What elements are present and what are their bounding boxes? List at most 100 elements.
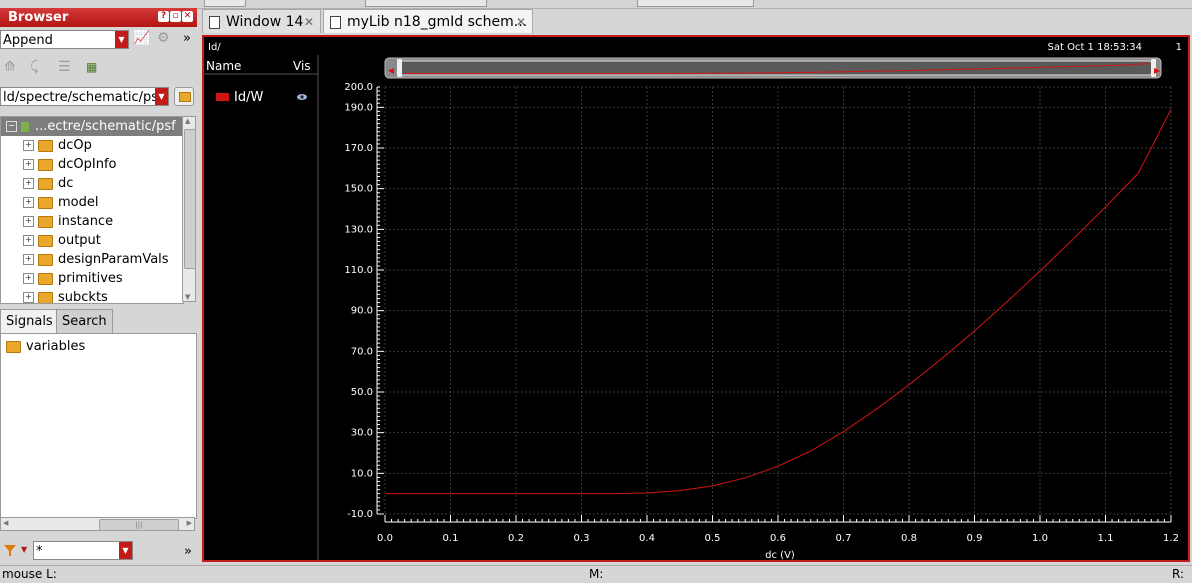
plot-page-number: 1 (1176, 42, 1182, 53)
toolbar-field[interactable] (204, 0, 246, 7)
expand-icon[interactable]: ⟰ (4, 59, 16, 75)
list-item[interactable]: variables (6, 338, 85, 355)
scrollbar-thumb[interactable] (184, 129, 196, 269)
help-icon[interactable]: ? (158, 11, 169, 22)
tree-item-subckts[interactable]: + subckts (1, 288, 108, 304)
chevron-down-icon[interactable]: ▼ (115, 31, 128, 48)
scroll-left-icon[interactable]: ◀ (3, 519, 8, 527)
x-axis-label: dc (V) (765, 550, 795, 560)
x-tick-label: 0.3 (574, 533, 590, 544)
tree-item-output[interactable]: + output (1, 231, 101, 250)
y-tick-label: 150.0 (344, 184, 373, 195)
status-mouse-middle: M: (589, 567, 604, 581)
tools-icon[interactable]: ⚙ (157, 30, 170, 46)
expand-icon[interactable]: + (23, 197, 34, 208)
waveform-canvas[interactable]: Id/ Sat Oct 1 18:53:34 1 Name Vis Id/W ◀… (204, 37, 1188, 560)
filter-icon[interactable] (3, 543, 17, 557)
x-tick-label: 0.1 (443, 533, 459, 544)
tab-window-14[interactable]: Window 14 ✕ (202, 9, 321, 33)
scrollbar-thumb[interactable]: ||| (99, 519, 179, 531)
tree-item-label: subckts (58, 290, 108, 304)
close-icon[interactable]: ✕ (516, 10, 526, 34)
plot-icon[interactable]: 📈 (133, 30, 150, 46)
grid-icon[interactable]: ▦ (86, 60, 97, 74)
signal-hscrollbar[interactable]: ◀ ||| ▶ (0, 517, 195, 531)
tab-signals[interactable]: Signals (0, 309, 57, 333)
scroll-up-icon[interactable]: ▲ (185, 117, 190, 125)
x-tick-label: 0.5 (705, 533, 721, 544)
filter-input[interactable]: * ▼ (33, 541, 133, 560)
tree-item-dc[interactable]: + dc (1, 174, 73, 193)
scroll-down-icon[interactable]: ▼ (185, 293, 190, 301)
browser-title-bar: Browser ? ▫ ✕ (0, 8, 197, 27)
filter-funnel (4, 545, 16, 556)
tree-item-dcop[interactable]: + dcOp (1, 136, 92, 155)
tree-item-primitives[interactable]: + primitives (1, 269, 123, 288)
y-tick-label: 190.0 (344, 102, 373, 113)
x-tick-label: 0.2 (508, 533, 524, 544)
chevron-down-icon[interactable]: ▼ (119, 542, 132, 559)
overflow-chevron-icon[interactable]: » (183, 31, 191, 46)
tab-label: myLib n18_gmId schem... (347, 14, 528, 30)
expand-icon[interactable]: + (23, 159, 34, 170)
x-tick-label: 0.4 (639, 533, 655, 544)
x-range-scroller[interactable]: ◀ ▶ (384, 57, 1162, 79)
tree-item-instance[interactable]: + instance (1, 212, 113, 231)
float-icon[interactable]: ▫ (170, 11, 181, 22)
expand-icon[interactable]: + (23, 235, 34, 246)
close-icon[interactable]: ✕ (304, 10, 314, 34)
chevron-down-icon[interactable]: ▼ (21, 545, 27, 554)
expand-icon[interactable]: + (23, 140, 34, 151)
eye-icon[interactable] (297, 94, 307, 100)
folder-icon (38, 253, 53, 266)
expand-icon[interactable]: + (23, 292, 34, 303)
legend-col-name: Name (206, 59, 241, 73)
toolbar-field[interactable] (637, 0, 754, 7)
y-tick-label: 50.0 (351, 387, 373, 398)
path-select[interactable]: ld/spectre/schematic/psf ▼ (0, 87, 169, 106)
y-tick-label: 90.0 (351, 306, 373, 317)
folder-icon (179, 92, 191, 102)
scroller-left-handle[interactable] (397, 59, 402, 77)
expand-icon[interactable]: + (23, 216, 34, 227)
chevron-down-icon[interactable]: ▼ (155, 88, 168, 105)
x-tick-label: 1.2 (1163, 533, 1179, 544)
mode-select[interactable]: Append ▼ (0, 30, 129, 49)
y-tick-label: 30.0 (351, 428, 373, 439)
tree-scrollbar[interactable]: ▲ ▼ (182, 116, 196, 302)
tree-item-label: designParamVals (58, 252, 169, 267)
tree-item-designparamvals[interactable]: + designParamVals (1, 250, 169, 269)
x-axis: 0.0 0.1 0.2 0.3 0.4 0.5 0.6 0.7 0.8 0.9 1.0 1.1 1.2 (377, 515, 1179, 544)
toolbar-field[interactable] (365, 0, 487, 7)
plot-axes (376, 87, 1171, 523)
browser-title: Browser (8, 10, 69, 25)
tab-schematic[interactable]: myLib n18_gmId schem... ✕ (323, 9, 533, 33)
filter-tree-icon[interactable]: ⤹ (30, 59, 38, 75)
scroll-right-icon[interactable]: ▶ (1154, 66, 1161, 75)
tree-item-label: dcOp (58, 138, 92, 153)
scroll-right-icon[interactable]: ▶ (187, 519, 192, 527)
expand-icon[interactable]: + (23, 273, 34, 284)
expand-icon[interactable]: + (23, 254, 34, 265)
status-mouse-right: R: (1172, 567, 1185, 581)
tab-search[interactable]: Search (56, 309, 113, 333)
tree-item-label: primitives (58, 271, 123, 286)
overflow-chevron-icon[interactable]: » (184, 544, 192, 559)
list-icon[interactable]: ☰ (58, 59, 71, 75)
expand-icon[interactable]: + (23, 178, 34, 189)
signal-list: variables (0, 333, 197, 519)
legend-col-vis: Vis (293, 59, 311, 73)
tree-root[interactable]: − ...ectre/schematic/psf (1, 117, 183, 136)
folder-icon (38, 139, 53, 152)
open-folder-button[interactable] (174, 87, 194, 106)
path-select-value: ld/spectre/schematic/psf (3, 90, 163, 105)
database-icon (21, 121, 29, 132)
tree-item-model[interactable]: + model (1, 193, 98, 212)
collapse-icon[interactable]: − (6, 121, 17, 132)
tree-item-dcopinfo[interactable]: + dcOpInfo (1, 155, 117, 174)
legend-trace-name[interactable]: Id/W (234, 90, 263, 105)
folder-icon (38, 196, 53, 209)
close-icon[interactable]: ✕ (182, 11, 193, 22)
plot-grid (384, 86, 1172, 515)
scroll-left-icon[interactable]: ◀ (388, 66, 395, 75)
